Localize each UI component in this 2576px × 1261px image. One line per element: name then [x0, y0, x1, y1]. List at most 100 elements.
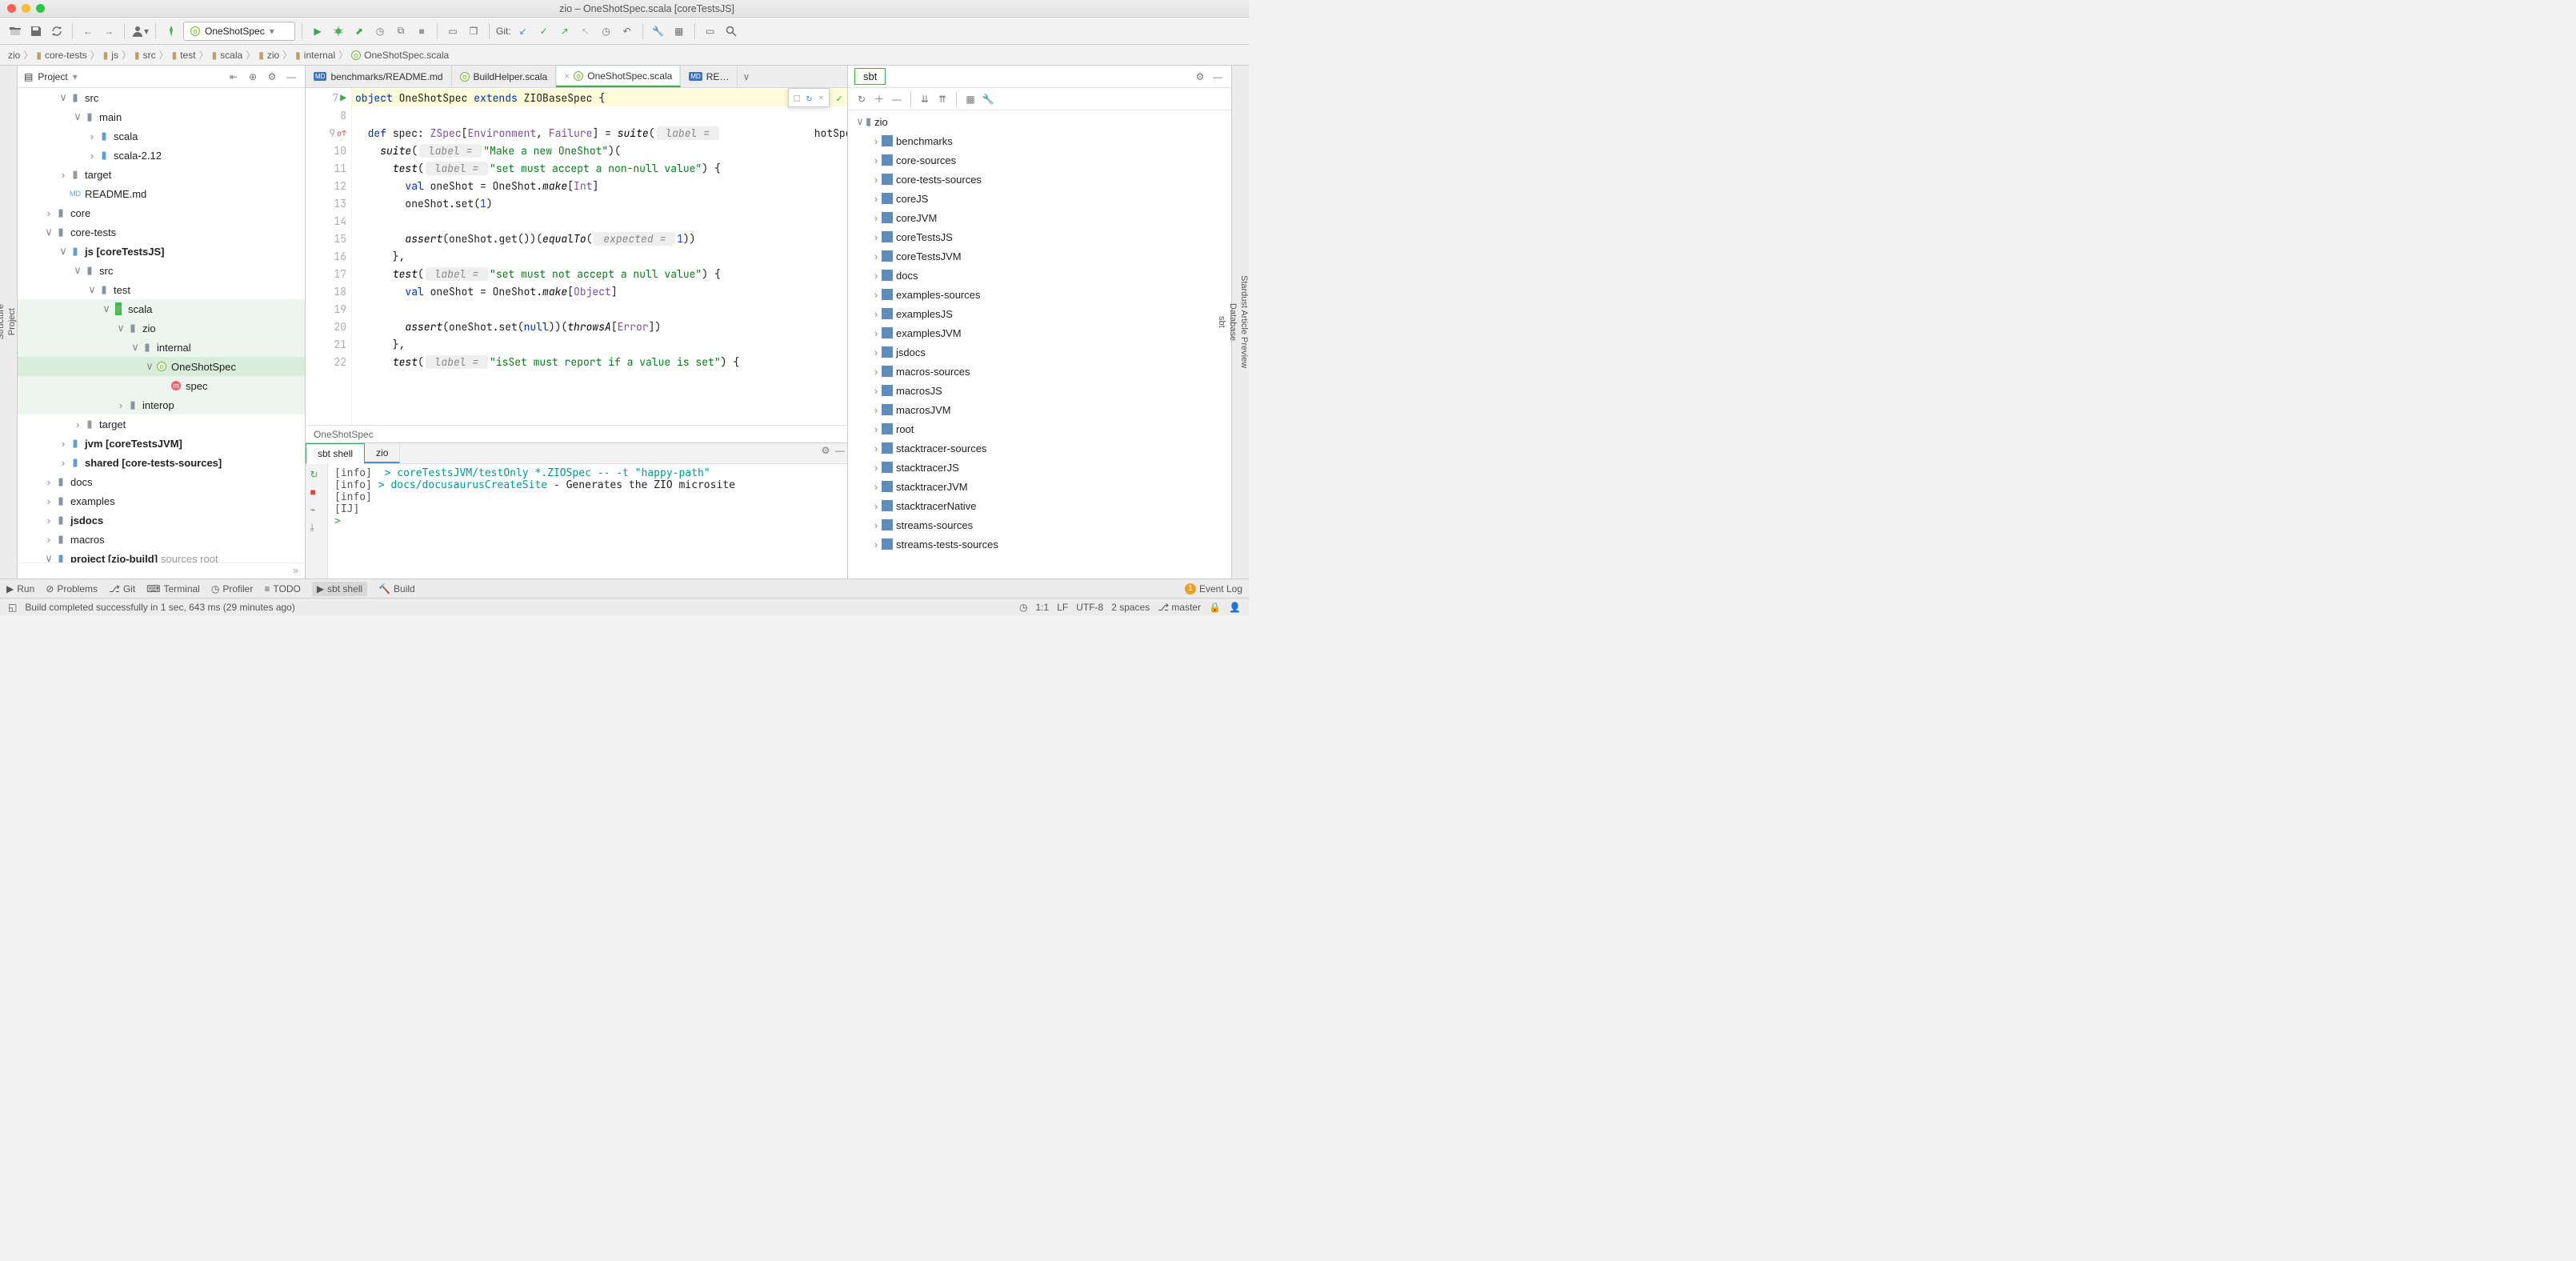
tree-row[interactable]: MDREADME.md — [18, 184, 305, 203]
tree-row[interactable]: ∨▮js [coreTestsJS] — [18, 242, 305, 261]
tree-arrow-icon[interactable]: ∨ — [72, 110, 83, 123]
tree-row[interactable]: ∨▮internal — [18, 338, 305, 357]
gutter-line[interactable]: 20 — [306, 318, 351, 335]
vcs-history-icon[interactable]: ↖ — [577, 22, 594, 40]
git-branch[interactable]: ⎇ master — [1158, 602, 1201, 613]
gear-icon[interactable]: ⚙ — [265, 70, 279, 84]
tree-arrow-icon[interactable]: › — [43, 534, 54, 546]
sbt-module[interactable]: ›jsdocs — [848, 342, 1231, 362]
breadcrumb-item[interactable]: ▮test — [172, 50, 196, 61]
code-line[interactable]: suite( label = "Make a new OneShot")( — [352, 142, 847, 159]
sbt-root[interactable]: ∨▮zio — [848, 112, 1231, 131]
minimize-window-icon[interactable] — [22, 4, 30, 13]
tree-row[interactable]: ›▮scala — [18, 126, 305, 146]
side-tab-stardust-article-preview[interactable]: Stardust Article Preview — [1239, 269, 1249, 374]
stop-icon[interactable]: ■ — [310, 486, 323, 499]
shell-output[interactable]: [info] > coreTestsJVM/testOnly *.ZIOSpec… — [328, 464, 847, 578]
tree-row[interactable]: ›▮core — [18, 203, 305, 222]
code-line[interactable] — [352, 212, 847, 230]
sbt-module[interactable]: ›benchmarks — [848, 131, 1231, 150]
progress-indicator-icon[interactable]: ◷ — [1019, 602, 1027, 613]
sbt-module[interactable]: ›examplesJVM — [848, 323, 1231, 342]
chevron-down-icon[interactable]: ▾ — [73, 71, 78, 82]
line-separator[interactable]: LF — [1057, 602, 1068, 613]
code-line[interactable]: test( label = "isSet must report if a va… — [352, 353, 847, 370]
code-line[interactable]: oneShot.set(1) — [352, 194, 847, 212]
breadcrumb-item[interactable]: ▮src — [134, 50, 156, 61]
sbt-tab-label[interactable]: sbt — [854, 68, 886, 85]
code-line[interactable] — [352, 300, 847, 318]
hide-icon[interactable]: — — [1210, 70, 1225, 84]
side-tab-structure[interactable]: Structure — [0, 298, 6, 346]
tree-row[interactable]: ∨▮scala — [18, 299, 305, 318]
hint-reload-icon[interactable]: ↻ — [806, 91, 812, 104]
tree-row[interactable]: ›▮macros — [18, 530, 305, 549]
gutter-line[interactable]: 9o↑ — [306, 124, 351, 142]
breadcrumb-item[interactable]: oOneShotSpec.scala — [351, 50, 449, 61]
inspector-icon[interactable]: 👤 — [1229, 602, 1241, 613]
tree-row[interactable]: ›▮interop — [18, 395, 305, 414]
sbt-tree[interactable]: ∨▮zio›benchmarks›core-sources›core-tests… — [848, 110, 1231, 578]
gutter-line[interactable]: 22 — [306, 353, 351, 370]
side-tab-project[interactable]: Project — [7, 302, 17, 342]
search-icon[interactable] — [722, 22, 740, 40]
presentation-icon[interactable]: ▭ — [702, 22, 719, 40]
bottom-tab-build[interactable]: 🔨Build — [378, 583, 415, 594]
editor-breadcrumb-text[interactable]: OneShotSpec — [314, 429, 374, 440]
hint-close-icon[interactable]: × — [818, 91, 824, 104]
sbt-module[interactable]: ›core-tests-sources — [848, 170, 1231, 189]
tree-row[interactable]: ∨▮src — [18, 261, 305, 280]
tree-arrow-icon[interactable]: › — [43, 207, 54, 219]
tree-row[interactable]: mspec — [18, 376, 305, 395]
gutter-line[interactable]: 10 — [306, 142, 351, 159]
code-line[interactable]: }, — [352, 335, 847, 353]
sbt-module[interactable]: ›streams-sources — [848, 515, 1231, 534]
tree-arrow-icon[interactable]: › — [58, 457, 69, 469]
tree-row[interactable]: ∨▮project [zio-build]sources root — [18, 549, 305, 562]
sbt-module[interactable]: ›stacktracerJVM — [848, 477, 1231, 496]
tree-row[interactable]: ›▮jsdocs — [18, 510, 305, 530]
gutter-line[interactable]: 17 — [306, 265, 351, 282]
tree-row[interactable]: ›▮target — [18, 165, 305, 184]
side-tab-database[interactable]: Database — [1228, 297, 1238, 347]
gutter-line[interactable]: 21 — [306, 335, 351, 353]
profile-icon[interactable]: ◷ — [371, 22, 389, 40]
gutter-line[interactable]: 13 — [306, 194, 351, 212]
sbt-module[interactable]: ›core-sources — [848, 150, 1231, 170]
gutter-line[interactable]: 19 — [306, 300, 351, 318]
tree-row[interactable]: ∨▮zio — [18, 318, 305, 338]
tree-row[interactable]: ›▮examples — [18, 491, 305, 510]
tool-window-quick-access-icon[interactable]: ◱ — [8, 602, 17, 613]
side-tab-sbt[interactable]: sbt — [1217, 310, 1226, 334]
stop-icon[interactable]: ■ — [413, 22, 430, 40]
tree-arrow-icon[interactable]: › — [58, 169, 69, 181]
expand-all-icon[interactable]: ⇊ — [918, 92, 932, 106]
bottom-tab-terminal[interactable]: ⌨Terminal — [146, 583, 200, 594]
tree-arrow-icon[interactable]: ∨ — [43, 552, 54, 562]
gutter-line[interactable]: 12 — [306, 177, 351, 194]
sbt-module[interactable]: ›stacktracerJS — [848, 458, 1231, 477]
event-log-tab[interactable]: 1Event Log — [1185, 583, 1242, 594]
code-editor[interactable]: 7▶89o↑10111213141516171819202122 object … — [306, 88, 847, 425]
gutter-line[interactable]: 7▶ — [306, 89, 351, 106]
bottom-tab-git[interactable]: ⎇Git — [109, 583, 135, 594]
clock-icon[interactable]: ◷ — [598, 22, 615, 40]
add-icon[interactable]: ＋ — [872, 92, 886, 106]
tree-arrow-icon[interactable]: › — [43, 495, 54, 507]
tree-row[interactable]: ∨▮src — [18, 88, 305, 107]
tree-arrow-icon[interactable]: ∨ — [43, 226, 54, 238]
tree-row[interactable]: ›▮docs — [18, 472, 305, 491]
file-encoding[interactable]: UTF-8 — [1076, 602, 1103, 613]
reload-icon[interactable]: ↻ — [854, 92, 869, 106]
concurrency-icon[interactable]: ⧉ — [392, 22, 410, 40]
tree-arrow-icon[interactable]: ∨ — [86, 283, 98, 296]
sbt-module[interactable]: ›coreJS — [848, 189, 1231, 208]
tree-arrow-icon[interactable]: › — [115, 399, 126, 411]
vcs-commit-icon[interactable]: ✓ — [535, 22, 553, 40]
tree-row[interactable]: ›▮shared [core-tests-sources] — [18, 453, 305, 472]
sdk-icon[interactable]: ▦ — [670, 22, 688, 40]
sbt-module[interactable]: ›stacktracer-sources — [848, 438, 1231, 458]
code-line[interactable]: }, — [352, 247, 847, 265]
tree-row[interactable]: ∨▮main — [18, 107, 305, 126]
sbt-module[interactable]: ›macrosJS — [848, 381, 1231, 400]
